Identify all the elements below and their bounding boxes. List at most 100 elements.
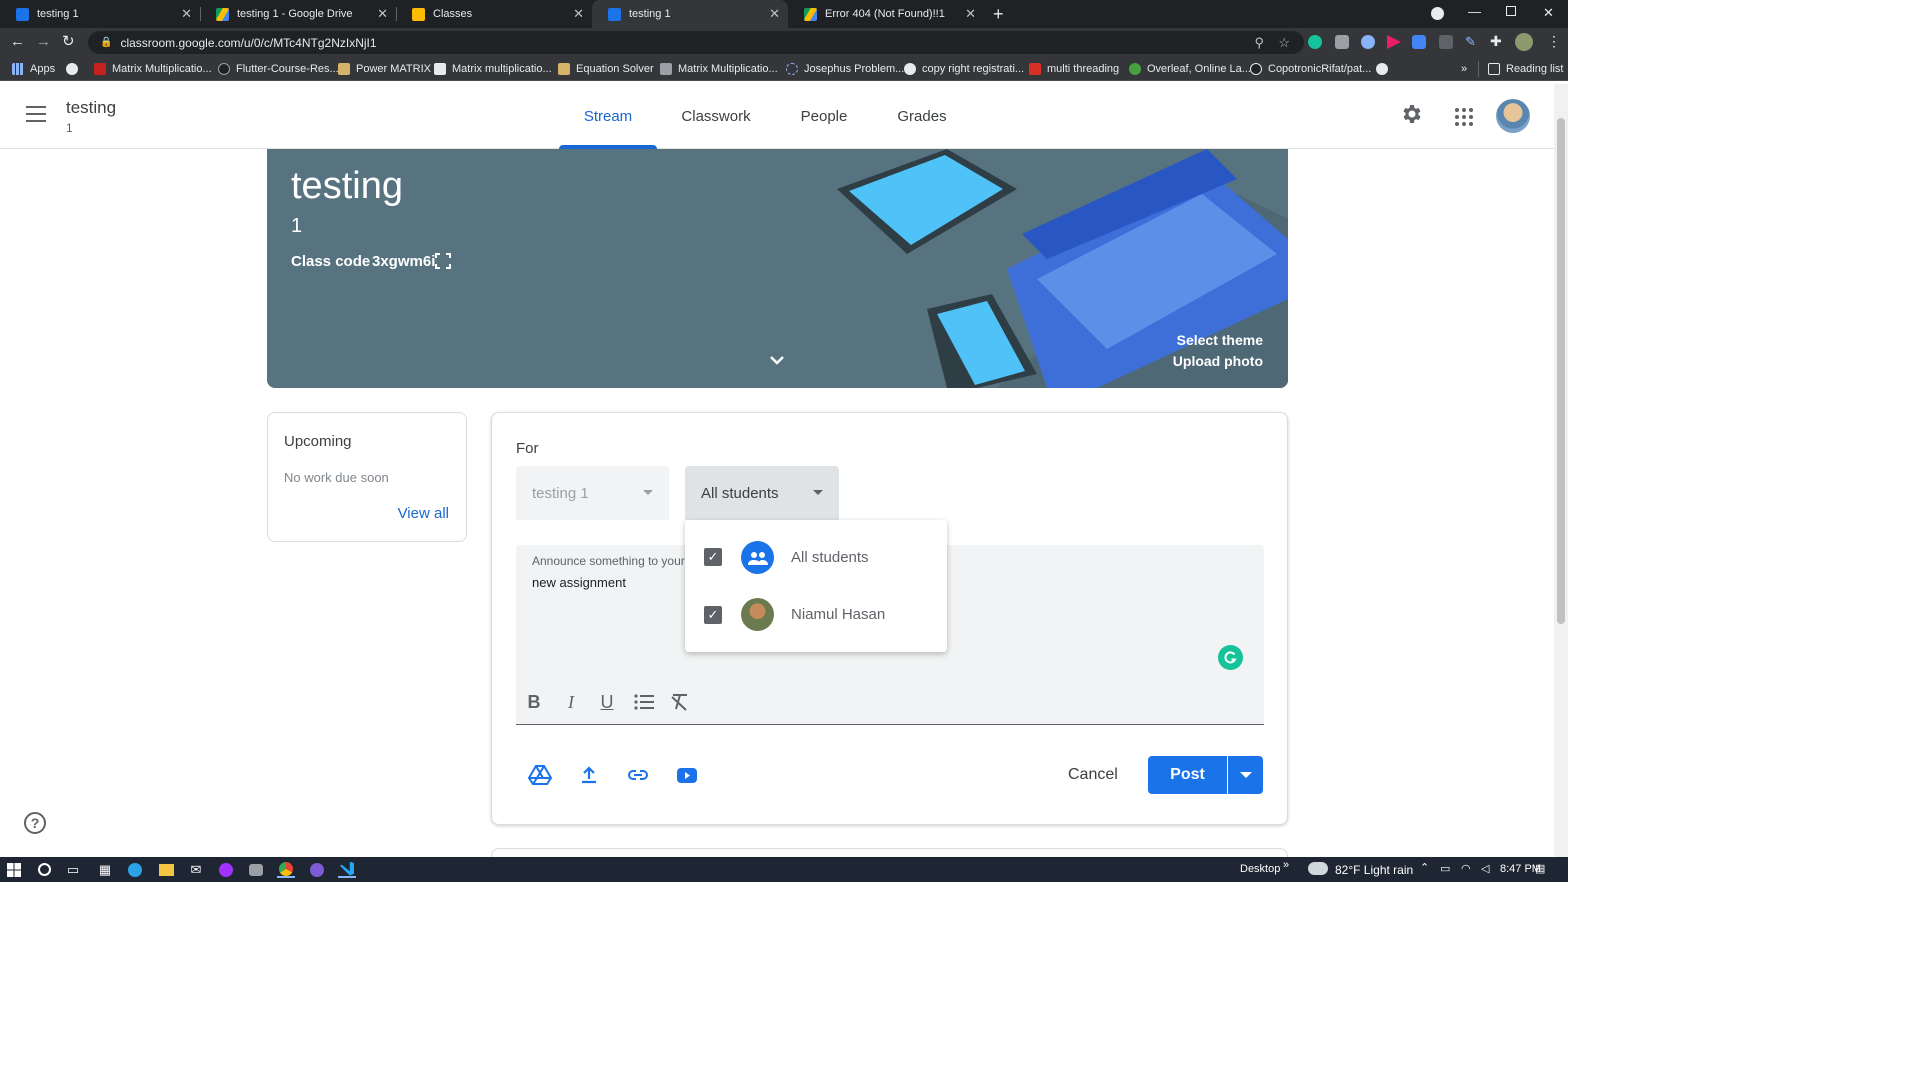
bookmark-item[interactable]: Flutter-Course-Res... [218, 61, 339, 77]
weather-text[interactable]: 82°F Light rain [1335, 863, 1413, 877]
bookmark-item[interactable]: copy right registrati... [904, 61, 1024, 77]
play-extension-icon[interactable] [1387, 35, 1401, 49]
reading-list-button[interactable]: Reading list [1488, 61, 1563, 77]
chevron-up-icon[interactable]: ⌃ [1420, 861, 1429, 874]
bookmark-apps[interactable]: Apps [12, 61, 55, 77]
settings-gear-icon[interactable] [1399, 102, 1423, 131]
google-drive-icon[interactable] [528, 763, 552, 787]
chevron-icon[interactable]: » [1283, 859, 1289, 871]
grammarly-icon[interactable] [1218, 645, 1243, 670]
class-name[interactable]: testing [66, 98, 116, 118]
volume-icon[interactable]: ◁ [1481, 862, 1489, 875]
browser-tab[interactable]: Classes ✕ [396, 0, 592, 28]
bookmark-item[interactable]: Matrix Multiplicatio... [94, 61, 212, 77]
clear-formatting-icon[interactable] [668, 690, 692, 714]
close-tab-icon[interactable]: ✕ [573, 6, 584, 22]
cancel-button[interactable]: Cancel [1068, 766, 1118, 784]
class-select[interactable]: testing 1 [516, 466, 669, 520]
zoom-icon[interactable]: ⚲ [1254, 35, 1264, 51]
post-options-button[interactable] [1228, 756, 1263, 794]
vscode-icon[interactable] [338, 861, 356, 878]
chrome-menu-icon[interactable]: ⋮ [1547, 33, 1561, 50]
bulleted-list-icon[interactable] [632, 690, 656, 714]
scrollbar-thumb[interactable] [1557, 118, 1565, 624]
checkbox-checked[interactable]: ✓ [704, 606, 722, 624]
window-close-icon[interactable]: ✕ [1543, 5, 1554, 21]
bookmark-item[interactable]: multi threading [1029, 61, 1119, 77]
main-menu-icon[interactable] [26, 106, 46, 122]
google-apps-icon[interactable] [1455, 108, 1473, 126]
bookmark-item[interactable]: Matrix Multiplicatio... [660, 61, 778, 77]
menu-item-student[interactable]: ✓ Niamul Hasan [685, 586, 947, 644]
bookmark-item[interactable] [66, 61, 84, 77]
back-icon[interactable]: ← [10, 33, 25, 50]
bookmark-item[interactable]: Matrix multiplicatio... [434, 61, 552, 77]
app-icon[interactable] [247, 861, 265, 878]
wifi-icon[interactable]: ◠ [1461, 862, 1471, 875]
browser-tab[interactable]: testing 1 ✕ [0, 0, 200, 28]
windows-start-icon[interactable] [5, 861, 23, 878]
fullscreen-icon[interactable] [435, 253, 451, 269]
download-extension-icon[interactable] [1412, 35, 1426, 49]
banner-class-title[interactable]: testing [291, 165, 403, 208]
view-all-link[interactable]: View all [398, 505, 449, 522]
italic-icon[interactable]: I [559, 690, 583, 714]
bookmark-item[interactable]: CopotronicRifat/pat... [1250, 61, 1371, 77]
camera-extension-icon[interactable] [1335, 35, 1349, 49]
underline-icon[interactable]: U [595, 690, 619, 714]
upload-icon[interactable] [577, 763, 601, 787]
task-view-icon[interactable]: ▭ [64, 861, 82, 878]
user-avatar[interactable] [1496, 99, 1530, 133]
messenger-icon[interactable] [217, 861, 235, 878]
tab-classwork[interactable]: Classwork [666, 84, 766, 149]
select-theme-link[interactable]: Select theme [1177, 332, 1263, 348]
close-tab-icon[interactable]: ✕ [769, 6, 780, 22]
app-icon[interactable] [308, 861, 326, 878]
tab-grades[interactable]: Grades [882, 84, 962, 149]
pen-extension-icon[interactable]: ✎ [1465, 34, 1476, 50]
chrome-taskbar-icon[interactable] [277, 861, 295, 878]
browser-tab-active[interactable]: testing 1 ✕ [592, 0, 788, 28]
audience-select[interactable]: All students [685, 466, 839, 520]
tab-stream[interactable]: Stream [559, 84, 657, 149]
new-tab-button[interactable]: + [993, 4, 1004, 25]
calculator-icon[interactable]: ▦ [96, 861, 114, 878]
profile-menu-icon[interactable] [1431, 7, 1444, 20]
reload-icon[interactable]: ↻ [62, 32, 75, 50]
extensions-puzzle-icon[interactable]: ✚ [1490, 33, 1502, 50]
tab-people[interactable]: People [786, 84, 862, 149]
more-bookmarks-icon[interactable]: » [1461, 61, 1467, 77]
desktop-label[interactable]: Desktop [1240, 863, 1280, 875]
close-tab-icon[interactable]: ✕ [965, 6, 976, 22]
page-scrollbar[interactable] [1554, 84, 1568, 857]
bold-icon[interactable]: B [522, 690, 546, 714]
address-bar[interactable]: 🔒 classroom.google.com/u/0/c/MTc4NTg2NzI… [88, 31, 1304, 54]
bookmark-item[interactable]: Overleaf, Online La... [1129, 61, 1251, 77]
network-icon[interactable]: ▭ [1440, 862, 1450, 875]
post-button[interactable]: Post [1148, 756, 1227, 794]
upload-photo-link[interactable]: Upload photo [1173, 353, 1263, 369]
checkbox-checked[interactable]: ✓ [704, 548, 722, 566]
bookmark-item[interactable]: Power MATRIX [338, 61, 431, 77]
help-icon[interactable]: ? [24, 812, 46, 834]
restore-icon[interactable] [1506, 6, 1516, 16]
file-explorer-icon[interactable] [157, 861, 175, 878]
extension-icon[interactable] [1361, 35, 1375, 49]
link-icon[interactable] [626, 763, 650, 787]
mail-icon[interactable]: ✉ [187, 861, 205, 878]
bookmark-item[interactable]: Josephus Problem... [786, 61, 904, 77]
browser-tab[interactable]: testing 1 - Google Drive ✕ [200, 0, 396, 28]
notifications-icon[interactable]: ▤ [1535, 862, 1545, 875]
youtube-icon[interactable] [675, 763, 699, 787]
grammarly-extension-icon[interactable] [1308, 35, 1322, 49]
menu-item-all-students[interactable]: ✓ All students [685, 528, 947, 586]
close-tab-icon[interactable]: ✕ [181, 6, 192, 22]
minimize-icon[interactable]: — [1468, 4, 1481, 19]
expand-chevron-icon[interactable] [769, 352, 785, 370]
search-circle-icon[interactable] [35, 861, 53, 878]
bookmark-star-icon[interactable]: ☆ [1278, 35, 1290, 51]
weather-cloud-icon[interactable] [1308, 862, 1328, 875]
bookmark-item[interactable] [1376, 61, 1394, 77]
close-tab-icon[interactable]: ✕ [377, 6, 388, 22]
screen-extension-icon[interactable] [1439, 35, 1453, 49]
